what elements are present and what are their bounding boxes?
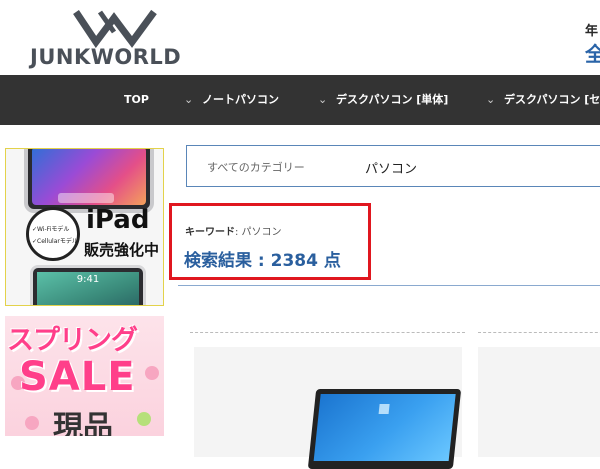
chevron-down-icon: ⌄ — [184, 93, 194, 106]
search-divider — [319, 146, 320, 186]
header-info-label: 年 — [585, 24, 599, 39]
logo-text: JUNKWORLD — [30, 45, 182, 69]
model-badge: ✓Wi-Fiモデル ✓Cellularモデル — [26, 207, 80, 261]
main-nav: TOP ⌄ ノートパソコン ⌄ デスクパソコン [単体] ⌄ デスクパソコン [セ — [0, 75, 600, 125]
nav-item-desktop-set[interactable]: ⌄ デスクパソコン [セ — [486, 75, 600, 125]
logo-mark-icon — [73, 9, 157, 48]
badge-line-cellular: ✓Cellularモデル — [32, 238, 78, 245]
blossom-icon — [25, 416, 39, 430]
nav-item-notebook[interactable]: ⌄ ノートパソコン — [184, 75, 279, 125]
product-image[interactable] — [478, 347, 600, 457]
nav-item-label: デスクパソコン [セ — [504, 93, 600, 106]
butterfly-icon — [137, 412, 151, 426]
keyword-line: キーワード: パソコン — [185, 223, 282, 238]
product-image[interactable] — [194, 347, 462, 469]
ipad-image-top — [24, 149, 154, 213]
badge-line-wifi: ✓Wi-Fiモデル — [32, 226, 70, 233]
ipad-banner-title: iPad — [86, 205, 150, 235]
nav-item-desktop-single[interactable]: ⌄ デスクパソコン [単体] — [318, 75, 448, 125]
search-input[interactable]: パソコン — [365, 158, 417, 177]
nav-item-top[interactable]: TOP — [124, 75, 149, 125]
product-card[interactable] — [190, 332, 465, 469]
search-bar: すべてのカテゴリー パソコン — [186, 145, 600, 187]
sale-banner-line3: 現品 — [53, 410, 113, 436]
keyword-value: : パソコン — [235, 227, 282, 238]
laptop-image — [307, 389, 462, 469]
site-header: JUNKWORLD 年 全 — [0, 0, 600, 75]
nav-item-label: ノートパソコン — [202, 93, 279, 106]
ipad-banner[interactable]: ✓Wi-Fiモデル ✓Cellularモデル iPad 販売強化中 9:41 — [5, 148, 164, 306]
sale-banner-line1: スプリング — [7, 325, 138, 356]
category-select[interactable]: すべてのカテゴリー — [207, 159, 305, 175]
sale-banner-line2: SALE — [19, 354, 136, 400]
ipad-banner-subtitle: 販売強化中 — [84, 241, 160, 259]
search-result-summary: キーワード: パソコン 検索結果 : 2384 点 — [169, 203, 371, 280]
ipad-image-bottom: 9:41 — [30, 265, 146, 305]
header-info-value: 全 — [585, 42, 600, 66]
blossom-icon — [145, 366, 159, 380]
site-logo[interactable]: JUNKWORLD — [30, 8, 220, 70]
nav-item-label: デスクパソコン [単体] — [336, 93, 449, 106]
spring-sale-banner[interactable]: スプリング SALE 現品 — [5, 316, 164, 436]
keyword-label: キーワード — [185, 227, 235, 238]
chevron-down-icon: ⌄ — [486, 93, 496, 106]
chevron-down-icon: ⌄ — [318, 93, 328, 106]
divider-line — [178, 285, 600, 286]
ipad-screen-time: 9:41 — [76, 274, 100, 285]
nav-item-label: TOP — [124, 93, 149, 106]
product-card[interactable] — [478, 332, 600, 457]
result-count: 検索結果 : 2384 点 — [184, 251, 341, 271]
